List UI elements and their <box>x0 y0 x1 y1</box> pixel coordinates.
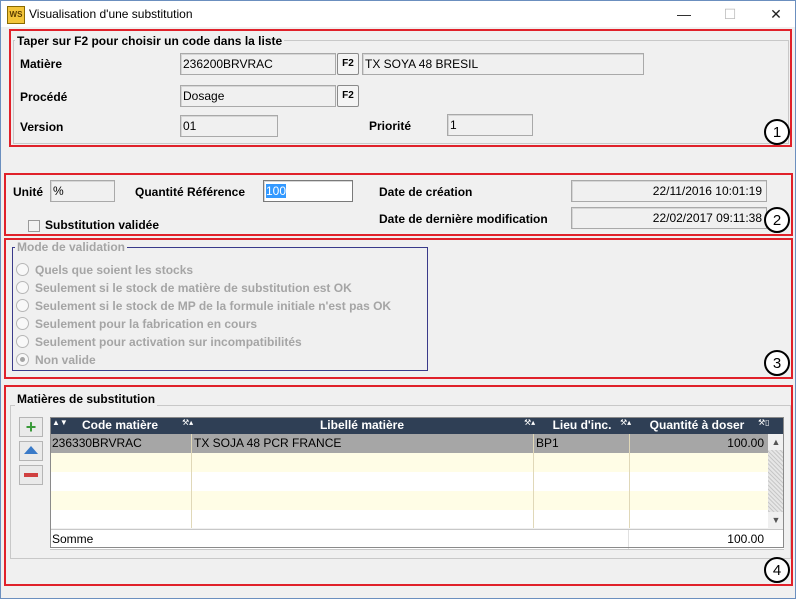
title-bar: WS Visualisation d'une substitution — ☐ … <box>1 1 795 27</box>
annotation-marker-3: 3 <box>764 350 790 376</box>
annotation-box-3 <box>4 238 793 379</box>
annotation-box-2 <box>4 173 793 236</box>
close-button[interactable]: ✕ <box>753 1 796 27</box>
annotation-box-4 <box>4 385 793 586</box>
annotation-marker-4: 4 <box>764 557 790 583</box>
window-title: Visualisation d'une substitution <box>29 7 193 21</box>
window: WS Visualisation d'une substitution — ☐ … <box>0 0 796 599</box>
annotation-marker-2: 2 <box>764 207 790 233</box>
annotation-box-1 <box>9 29 792 147</box>
maximize-button[interactable]: ☐ <box>707 1 753 27</box>
app-icon: WS <box>7 6 25 24</box>
minimize-button[interactable]: — <box>661 1 707 27</box>
annotation-marker-1: 1 <box>764 119 790 145</box>
